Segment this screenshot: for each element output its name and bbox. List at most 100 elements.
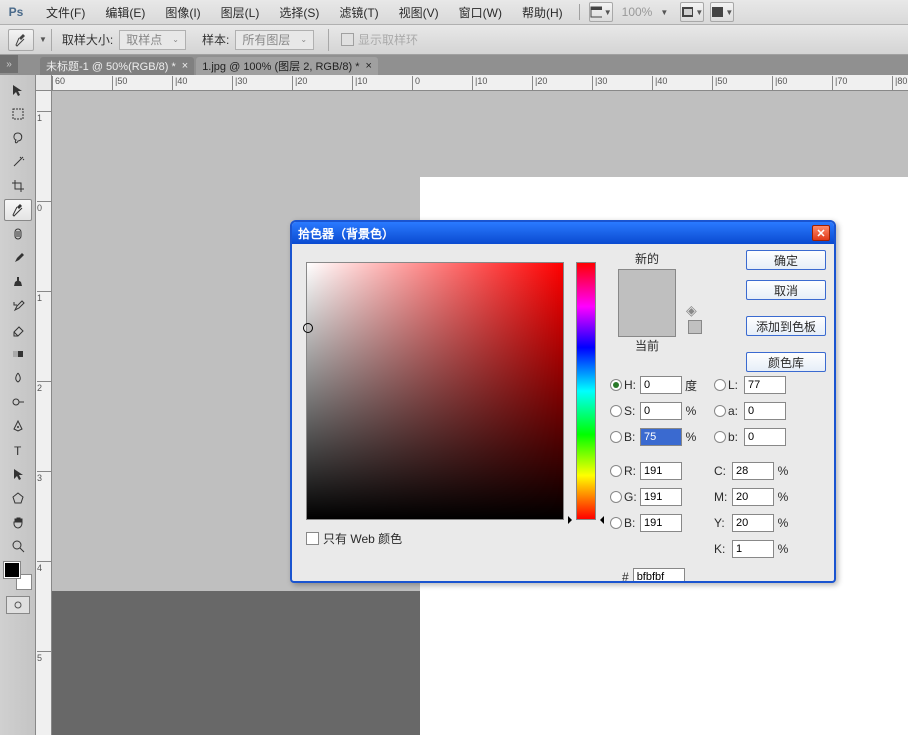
ruler-origin[interactable] xyxy=(36,75,52,91)
dialog-close-button[interactable]: ✕ xyxy=(812,225,830,241)
c-unit: % xyxy=(774,464,792,478)
m-input[interactable] xyxy=(732,488,774,506)
b2-radio[interactable] xyxy=(610,517,622,529)
document-tab-bar: » 未标题-1 @ 50%(RGB/8) * × 1.jpg @ 100% (图… xyxy=(0,55,908,75)
crop-tool[interactable] xyxy=(4,175,32,197)
tool-preset-arrow-icon[interactable]: ▼ xyxy=(39,35,47,44)
r-input[interactable] xyxy=(640,462,682,480)
b-input[interactable] xyxy=(744,428,786,446)
c-input[interactable] xyxy=(732,462,774,480)
lasso-tool[interactable] xyxy=(4,127,32,149)
gamut-warning-icon[interactable]: ◈ xyxy=(686,302,697,319)
foreground-color-swatch[interactable] xyxy=(4,562,20,578)
screen-mode-button[interactable]: ▼ xyxy=(680,2,704,22)
sample-size-select[interactable]: 取样点 ⌄ xyxy=(119,30,186,50)
r-radio[interactable] xyxy=(610,465,622,477)
brightness-input[interactable] xyxy=(640,428,682,446)
magic-wand-tool[interactable] xyxy=(4,151,32,173)
ps-logo: Ps xyxy=(6,3,26,21)
menu-file[interactable]: 文件(F) xyxy=(36,0,95,24)
zoom-arrow-icon[interactable]: ▼ xyxy=(660,8,668,17)
menu-edit[interactable]: 编辑(E) xyxy=(95,0,155,24)
k-unit: % xyxy=(774,542,792,556)
workspace-button[interactable]: ▼ xyxy=(710,2,734,22)
menu-help[interactable]: 帮助(H) xyxy=(512,0,573,24)
l-input[interactable] xyxy=(744,376,786,394)
quick-mask-button[interactable] xyxy=(6,596,30,614)
pen-tool[interactable] xyxy=(4,415,32,437)
zoom-tool[interactable] xyxy=(4,535,32,557)
current-color-label: 当前 xyxy=(612,337,682,354)
svg-text:T: T xyxy=(14,444,22,457)
color-library-button[interactable]: 颜色库 xyxy=(746,352,826,372)
close-tab-icon[interactable]: × xyxy=(365,60,371,72)
expand-dock-button[interactable]: » xyxy=(0,55,18,73)
sample-size-value: 取样点 xyxy=(126,31,162,48)
document-tab-2[interactable]: 1.jpg @ 100% (图层 2, RGB/8) * × xyxy=(196,57,378,75)
saturation-input[interactable] xyxy=(640,402,682,420)
shape-tool[interactable] xyxy=(4,487,32,509)
history-brush-tool[interactable] xyxy=(4,295,32,317)
ruler-horizontal[interactable]: 60|50|40|30|20|100|10|20|30|40|50|60|70|… xyxy=(52,75,908,91)
options-divider xyxy=(51,29,52,51)
new-color-label: 新的 xyxy=(612,250,682,267)
menu-layer[interactable]: 图层(L) xyxy=(211,0,270,24)
gamut-corrected-swatch[interactable] xyxy=(688,320,702,334)
path-selection-tool[interactable] xyxy=(4,463,32,485)
menu-view[interactable]: 视图(V) xyxy=(389,0,449,24)
eyedropper-tool[interactable] xyxy=(4,199,32,221)
blue-input[interactable] xyxy=(640,514,682,532)
y-input[interactable] xyxy=(732,514,774,532)
type-tool[interactable]: T xyxy=(4,439,32,461)
g-input[interactable] xyxy=(640,488,682,506)
k-input[interactable] xyxy=(732,540,774,558)
dodge-tool[interactable] xyxy=(4,391,32,413)
sample-layers-value: 所有图层 xyxy=(242,31,290,48)
marquee-tool[interactable] xyxy=(4,103,32,125)
move-tool[interactable] xyxy=(4,79,32,101)
hue-radio[interactable] xyxy=(610,379,622,391)
options-bar: ▼ 取样大小: 取样点⌄ 样本: 所有图层⌄ 显示取样环 xyxy=(0,25,908,55)
a-radio[interactable] xyxy=(714,405,726,417)
menu-filter[interactable]: 滤镜(T) xyxy=(329,0,388,24)
l-radio[interactable] xyxy=(714,379,726,391)
menu-window[interactable]: 窗口(W) xyxy=(449,0,512,24)
saturation-radio[interactable] xyxy=(610,405,622,417)
menu-image[interactable]: 图像(I) xyxy=(155,0,210,24)
b-radio[interactable] xyxy=(714,431,726,443)
hue-slider-thumb[interactable] xyxy=(570,516,578,524)
clone-stamp-tool[interactable] xyxy=(4,271,32,293)
hue-slider[interactable] xyxy=(576,262,596,520)
brightness-radio[interactable] xyxy=(610,431,622,443)
show-sample-ring-checkbox[interactable] xyxy=(341,33,354,46)
g-radio[interactable] xyxy=(610,491,622,503)
ok-button[interactable]: 确定 xyxy=(746,250,826,270)
hex-input[interactable] xyxy=(633,568,685,583)
document-tab-1[interactable]: 未标题-1 @ 50%(RGB/8) * × xyxy=(40,57,194,75)
brush-tool[interactable] xyxy=(4,247,32,269)
blur-tool[interactable] xyxy=(4,367,32,389)
gradient-tool[interactable] xyxy=(4,343,32,365)
dialog-title-bar[interactable]: 拾色器（背景色） xyxy=(292,222,834,244)
menu-select[interactable]: 选择(S) xyxy=(269,0,329,24)
hue-input[interactable] xyxy=(640,376,682,394)
saturation-brightness-field[interactable] xyxy=(306,262,564,520)
a-input[interactable] xyxy=(744,402,786,420)
chevron-down-icon: ⌄ xyxy=(172,35,179,44)
close-tab-icon[interactable]: × xyxy=(182,60,188,72)
web-colors-checkbox[interactable] xyxy=(306,532,319,545)
eraser-tool[interactable] xyxy=(4,319,32,341)
options-divider xyxy=(328,29,329,51)
color-compare-swatch[interactable] xyxy=(618,269,676,337)
cancel-button[interactable]: 取消 xyxy=(746,280,826,300)
main-menu-bar: Ps 文件(F) 编辑(E) 图像(I) 图层(L) 选择(S) 滤镜(T) 视… xyxy=(0,0,908,25)
color-field-cursor[interactable] xyxy=(303,323,313,333)
sample-layers-select[interactable]: 所有图层⌄ xyxy=(235,30,314,50)
healing-brush-tool[interactable] xyxy=(4,223,32,245)
launch-bridge-button[interactable]: ▼ xyxy=(589,2,613,22)
active-tool-preset-button[interactable] xyxy=(8,29,34,51)
hand-tool[interactable] xyxy=(4,511,32,533)
add-swatch-button[interactable]: 添加到色板 xyxy=(746,316,826,336)
color-swatches xyxy=(4,562,32,590)
ruler-vertical[interactable]: 101234567 xyxy=(36,91,52,735)
